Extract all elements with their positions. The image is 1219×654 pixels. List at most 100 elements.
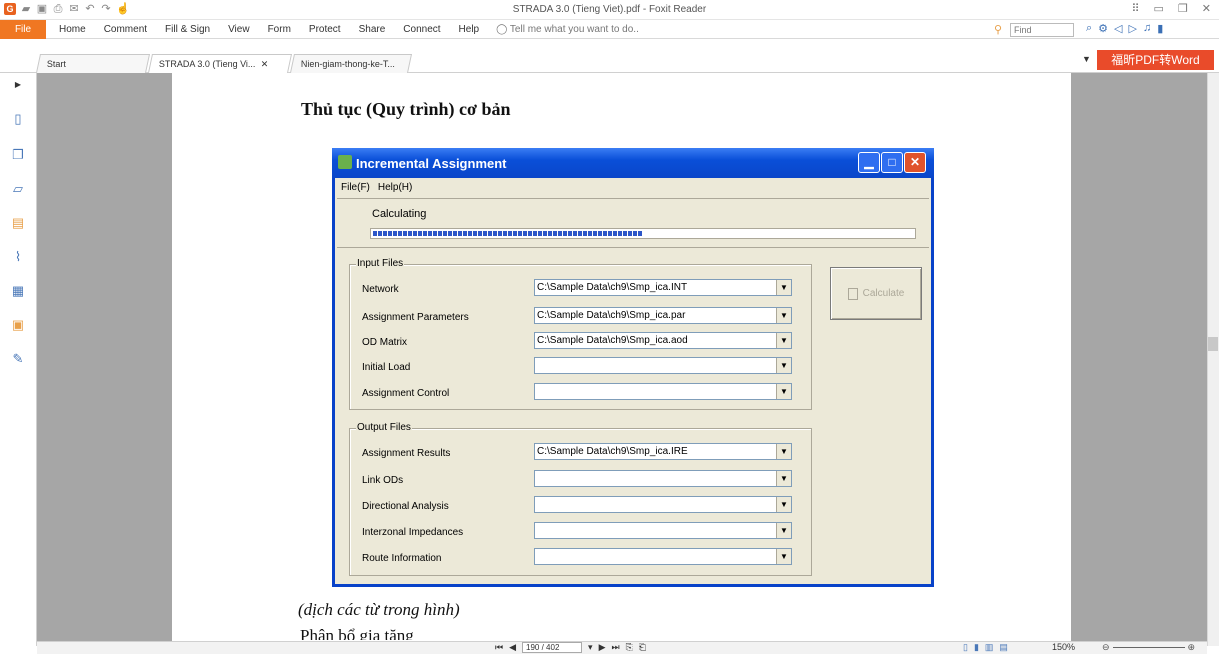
calculate-button: Calculate <box>830 267 922 320</box>
last-page-icon[interactable]: ⏭ <box>611 642 619 653</box>
menu-home[interactable]: Home <box>50 24 95 35</box>
signatures-icon[interactable]: ▦ <box>10 283 26 299</box>
single-page-icon[interactable]: ▯ <box>963 642 968 653</box>
continuous-facing-icon[interactable]: ▤ <box>999 642 1008 653</box>
zoom-track[interactable] <box>1112 647 1185 649</box>
menu-view[interactable]: View <box>219 24 259 35</box>
find-input[interactable]: Find <box>1010 23 1074 37</box>
security-lock-icon[interactable]: ▣ <box>10 317 26 333</box>
chevron-down-icon: ▼ <box>776 308 791 323</box>
chevron-down-icon: ▼ <box>776 523 791 538</box>
figure-caption: (dịch các từ trong hình) <box>298 600 460 619</box>
tab-close-icon[interactable]: ✕ <box>255 59 268 70</box>
dialog-minimize-icon: ▁ <box>858 152 880 173</box>
input-files-group: Input Files Network C:\Sample Data\ch9\S… <box>349 258 812 410</box>
tab-strada[interactable]: STRADA 3.0 (Tieng Vi... ✕ <box>147 54 293 73</box>
input-files-label: Input Files <box>356 258 405 269</box>
assignment-parameters-field: C:\Sample Data\ch9\Smp_ica.par ▼ <box>534 307 792 324</box>
restore-icon[interactable]: ❐ <box>1178 2 1188 15</box>
menu-comment[interactable]: Comment <box>95 24 156 35</box>
file-tab[interactable]: File <box>0 19 46 39</box>
output-files-group: Output Files Assignment Results C:\Sampl… <box>349 422 812 576</box>
first-page-icon[interactable]: ⏮ <box>495 642 503 653</box>
notification-icon[interactable]: ♫ <box>1143 22 1151 35</box>
promo-button[interactable]: 福昕PDF转Word <box>1097 50 1214 70</box>
next-page-icon[interactable]: ▶ <box>599 642 606 653</box>
zoom-level[interactable]: 150% <box>1052 642 1075 652</box>
route-information-field: ▼ <box>534 548 792 565</box>
tab-nien-giam[interactable]: Nien-giam-thong-ke-T... <box>289 54 413 73</box>
od-matrix-field: C:\Sample Data\ch9\Smp_ica.aod ▼ <box>534 332 792 349</box>
attachments-icon[interactable]: ⌇ <box>10 249 26 265</box>
route-information-label: Route Information <box>362 553 442 564</box>
left-sidebar: ▶ ▯ ❐ ▱ ▤ ⌇ ▦ ▣ ✎ <box>0 73 37 646</box>
tab-list-dropdown-icon[interactable]: ▼ <box>1082 54 1091 64</box>
title-bar: G ▰ ▣ ⎙ ✉ ↶ ↷ ☝ STRADA 3.0 (Tieng Viet).… <box>0 0 1219 20</box>
menu-share[interactable]: Share <box>350 24 395 35</box>
initial-load-field: ▼ <box>534 357 792 374</box>
chevron-down-icon: ▼ <box>776 549 791 564</box>
scrollbar-thumb[interactable] <box>1208 337 1218 351</box>
tell-me-search[interactable]: ◯ Tell me what you want to do.. <box>496 24 639 35</box>
layers-icon[interactable]: ▱ <box>10 181 26 197</box>
chevron-down-icon: ▼ <box>776 333 791 348</box>
search-icon[interactable]: ⌕ <box>1086 22 1092 35</box>
minimize-icon[interactable]: ▭ <box>1154 2 1164 15</box>
assignment-results-field: C:\Sample Data\ch9\Smp_ica.IRE ▼ <box>534 443 792 460</box>
tab-start[interactable]: Start <box>35 54 151 73</box>
prev-page-icon[interactable]: ◀ <box>509 642 516 653</box>
chevron-down-icon: ▼ <box>776 444 791 459</box>
assignment-results-label: Assignment Results <box>362 448 451 459</box>
incremental-assignment-dialog: Incremental Assignment ▁ □ ✕ File(F) Hel… <box>332 148 934 587</box>
page-number-input[interactable]: 190 / 402 <box>522 642 583 653</box>
zoom-out-icon[interactable]: ⊖ <box>1102 642 1110 652</box>
page-dropdown-icon[interactable]: ▾ <box>588 642 593 653</box>
tools-icon[interactable]: ✎ <box>10 351 26 367</box>
interzonal-impedances-label: Interzonal Impedances <box>362 527 464 538</box>
directional-analysis-field: ▼ <box>534 496 792 513</box>
comments-icon[interactable]: ▤ <box>10 215 26 231</box>
previous-view-icon[interactable]: ⎘ <box>626 642 633 653</box>
expand-panel-icon[interactable]: ▶ <box>10 77 26 93</box>
network-label: Network <box>362 284 399 295</box>
menu-form[interactable]: Form <box>259 24 300 35</box>
vertical-scrollbar[interactable] <box>1207 73 1219 646</box>
dialog-close-icon: ✕ <box>904 152 926 173</box>
forward-icon[interactable]: ▷ <box>1129 22 1137 35</box>
bookmark-icon[interactable]: ▮ <box>1157 22 1163 35</box>
output-files-label: Output Files <box>356 422 412 433</box>
menu-fill-sign[interactable]: Fill & Sign <box>156 24 219 35</box>
back-icon[interactable]: ◁ <box>1114 22 1122 35</box>
bookmarks-icon[interactable]: ▯ <box>10 111 26 127</box>
assignment-parameters-label: Assignment Parameters <box>362 312 469 323</box>
dialog-menu-file: File(F) <box>341 182 370 193</box>
facing-page-icon[interactable]: ▥ <box>985 642 994 653</box>
settings-icon[interactable]: ⚙ <box>1098 22 1108 35</box>
menu-connect[interactable]: Connect <box>394 24 449 35</box>
zoom-slider[interactable]: ⊖ ⊕ <box>1102 642 1195 653</box>
calculator-icon <box>847 287 858 300</box>
dialog-title-bar: Incremental Assignment ▁ □ ✕ <box>332 148 934 178</box>
ribbon-options-icon[interactable]: ⠿ <box>1131 2 1139 15</box>
chevron-down-icon: ▼ <box>776 280 791 295</box>
zoom-in-icon[interactable]: ⊕ <box>1188 642 1196 652</box>
dialog-title: Incremental Assignment <box>356 156 507 171</box>
menu-help[interactable]: Help <box>450 24 489 35</box>
dialog-maximize-icon: □ <box>881 152 903 173</box>
assignment-control-field: ▼ <box>534 383 792 400</box>
continuous-page-icon[interactable]: ▮ <box>974 642 979 653</box>
chevron-down-icon: ▼ <box>776 384 791 399</box>
progress-fill <box>373 231 643 236</box>
close-icon[interactable]: ✕ <box>1202 2 1211 15</box>
menu-protect[interactable]: Protect <box>300 24 350 35</box>
page-navigation: ⏮ ◀ 190 / 402 ▾ ▶ ⏭ ⎘ ⎗ <box>495 642 646 653</box>
next-view-icon[interactable]: ⎗ <box>639 642 646 653</box>
divider <box>337 247 929 248</box>
initial-load-label: Initial Load <box>362 362 411 373</box>
od-matrix-label: OD Matrix <box>362 337 407 348</box>
dialog-menu-help: Help(H) <box>377 182 413 193</box>
progress-bar <box>370 228 916 239</box>
pages-icon[interactable]: ❐ <box>10 147 26 163</box>
body-text: Phân bổ gia tăng <box>300 626 414 640</box>
directional-analysis-label: Directional Analysis <box>362 501 449 512</box>
